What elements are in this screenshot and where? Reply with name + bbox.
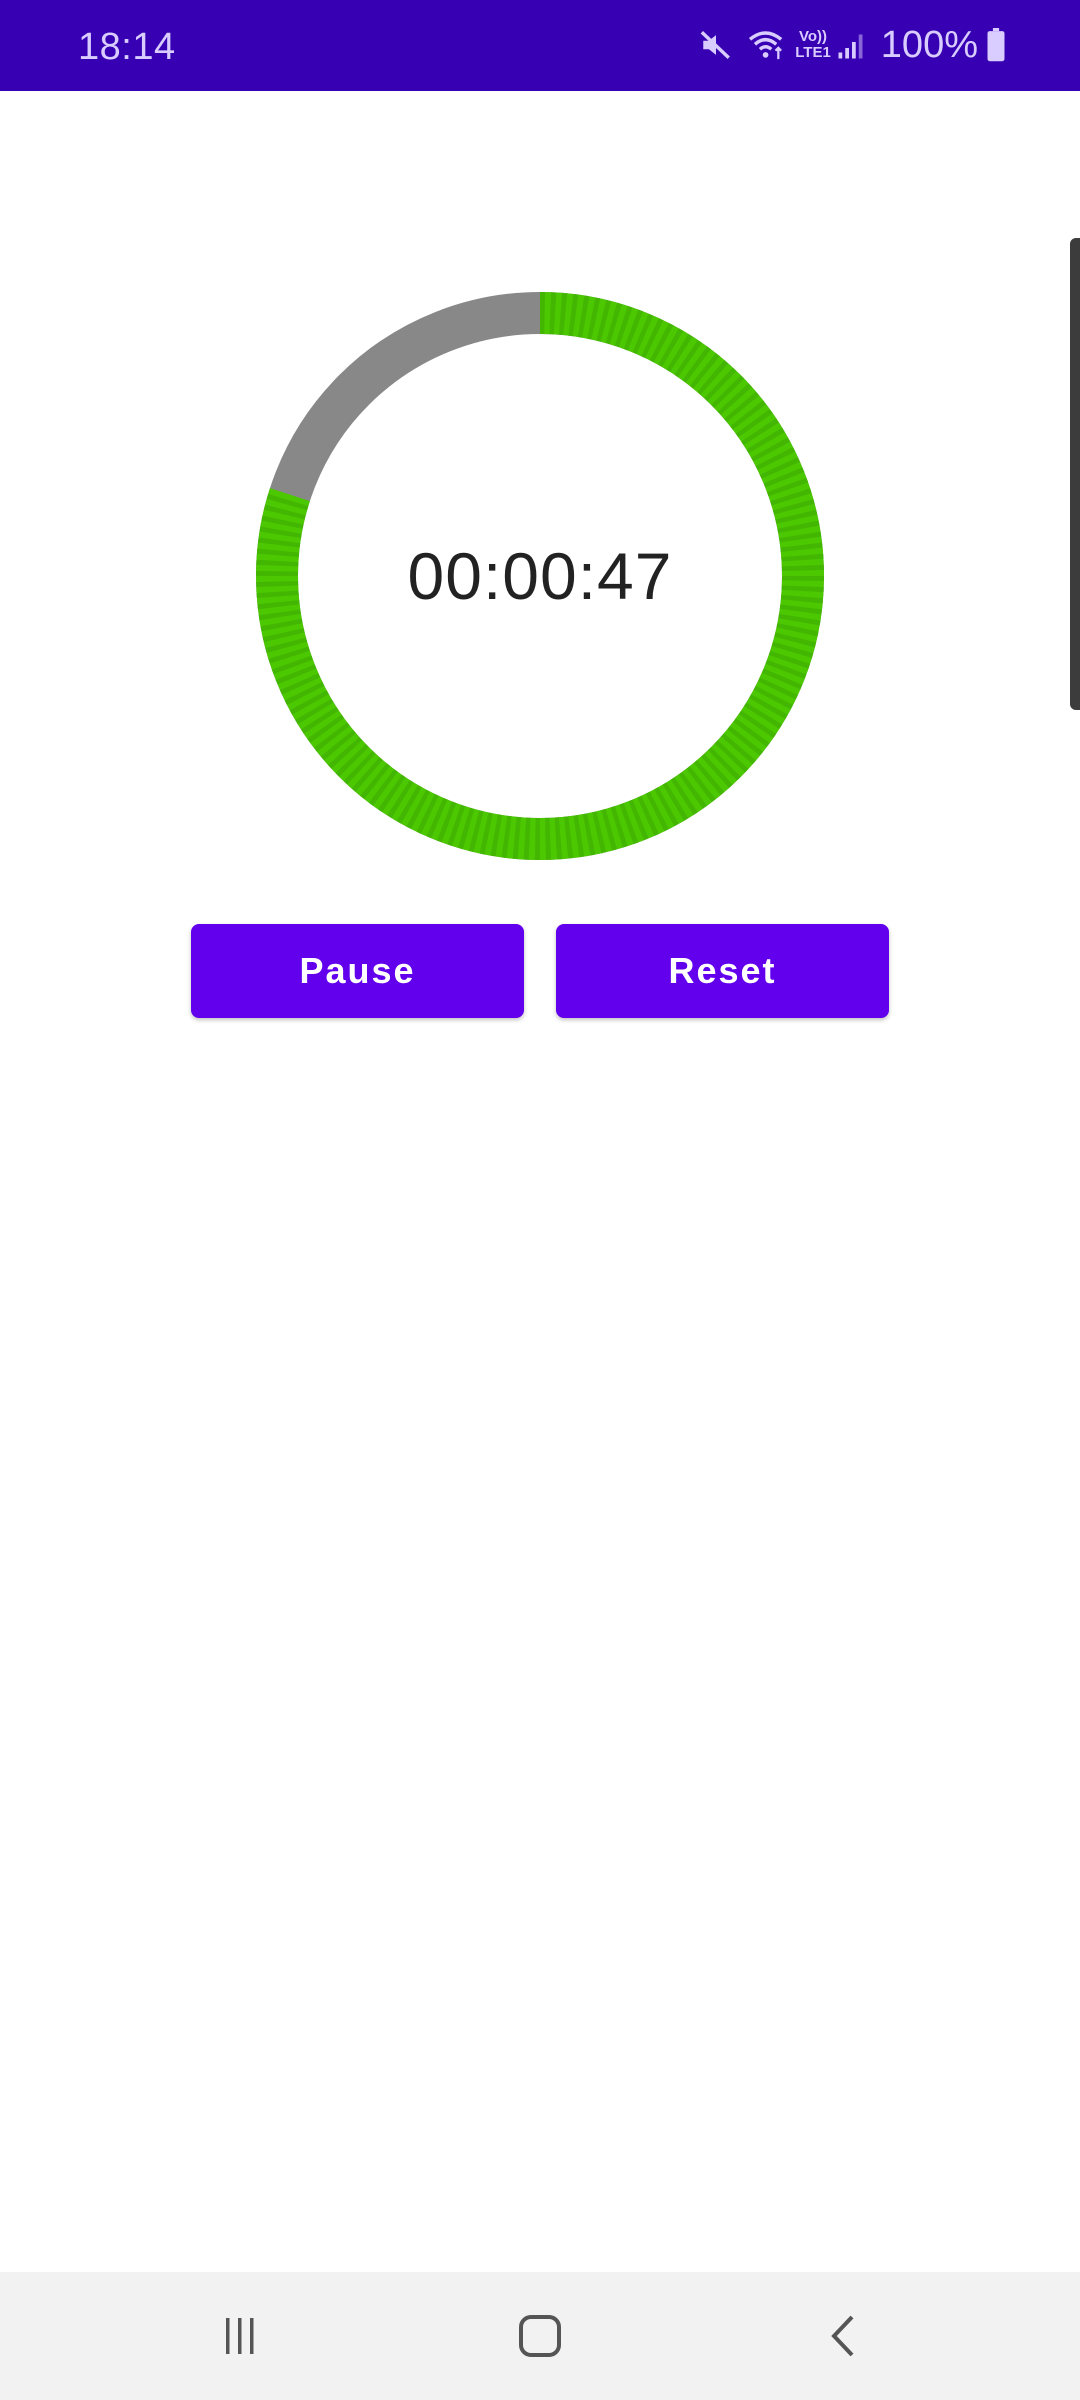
battery-icon — [986, 28, 1006, 62]
back-icon — [831, 2315, 854, 2357]
status-icons: Vo)) LTE1 100% — [699, 20, 1006, 70]
home-button[interactable] — [440, 2272, 640, 2400]
status-time: 18:14 — [78, 26, 176, 68]
signal-icon — [837, 30, 867, 60]
recents-button[interactable] — [140, 2272, 340, 2400]
back-button[interactable] — [744, 2272, 944, 2400]
countdown-timer: 00:00:47 — [256, 292, 824, 860]
volte-icon: Vo)) LTE1 — [795, 29, 831, 61]
pause-button[interactable]: Pause — [191, 924, 524, 1018]
recents-icon — [226, 2318, 254, 2354]
volte-label: Vo)) — [798, 28, 828, 45]
scroll-indicator[interactable] — [1070, 238, 1080, 710]
timer-display: 00:00:47 — [407, 539, 673, 613]
mute-icon — [699, 28, 733, 62]
home-icon — [519, 2315, 561, 2357]
status-bar: 18:14 Vo)) LTE1 100% — [0, 0, 1080, 91]
reset-button[interactable]: Reset — [556, 924, 889, 1018]
lte-label: LTE1 — [795, 44, 831, 61]
navigation-bar — [0, 2272, 1080, 2400]
battery-percent: 100% — [880, 23, 978, 66]
wifi-icon — [747, 28, 787, 62]
